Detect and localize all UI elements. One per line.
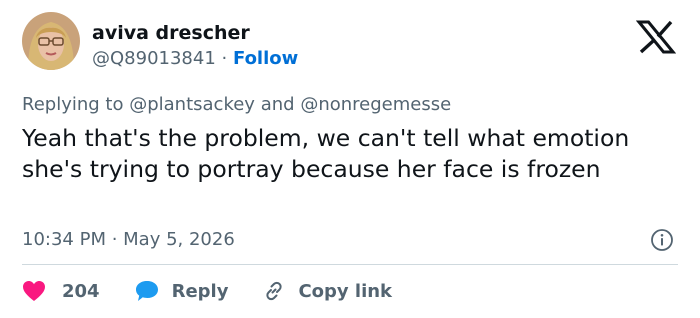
like-button[interactable]: 204 bbox=[22, 280, 100, 302]
like-count: 204 bbox=[62, 280, 100, 302]
reply-conjunction: and bbox=[260, 94, 295, 115]
info-icon[interactable] bbox=[650, 228, 674, 252]
link-icon bbox=[262, 279, 286, 303]
avatar-image bbox=[22, 12, 80, 70]
reply-context: Replying to @plantsackey and @nonregemes… bbox=[22, 94, 451, 115]
author-meta: @Q89013841 · Follow bbox=[92, 48, 298, 69]
action-bar: 204 Reply Copy link bbox=[22, 278, 392, 304]
speech-bubble-icon bbox=[134, 279, 160, 303]
divider bbox=[22, 264, 678, 265]
heart-icon bbox=[22, 280, 46, 302]
author-name[interactable]: aviva drescher bbox=[92, 22, 250, 44]
author-handle[interactable]: @Q89013841 bbox=[92, 48, 216, 69]
meta-separator: · bbox=[221, 48, 228, 69]
follow-button[interactable]: Follow bbox=[233, 48, 298, 69]
reply-prefix: Replying to bbox=[22, 94, 124, 115]
copy-link-label: Copy link bbox=[298, 280, 393, 302]
reply-label: Reply bbox=[171, 280, 229, 302]
avatar[interactable] bbox=[22, 12, 80, 70]
tweet-timestamp[interactable]: 10:34 PM · May 5, 2026 bbox=[22, 229, 235, 250]
mention-plantsackey[interactable]: @plantsackey bbox=[129, 94, 255, 115]
tweet-text: Yeah that's the problem, we can't tell w… bbox=[22, 124, 630, 183]
x-logo-icon[interactable] bbox=[635, 20, 677, 54]
copy-link-button[interactable]: Copy link bbox=[262, 279, 392, 303]
reply-button[interactable]: Reply bbox=[134, 279, 229, 303]
tweet-card: aviva drescher @Q89013841 · Follow Reply… bbox=[0, 0, 700, 318]
mention-nonregemesse[interactable]: @nonregemesse bbox=[300, 94, 451, 115]
